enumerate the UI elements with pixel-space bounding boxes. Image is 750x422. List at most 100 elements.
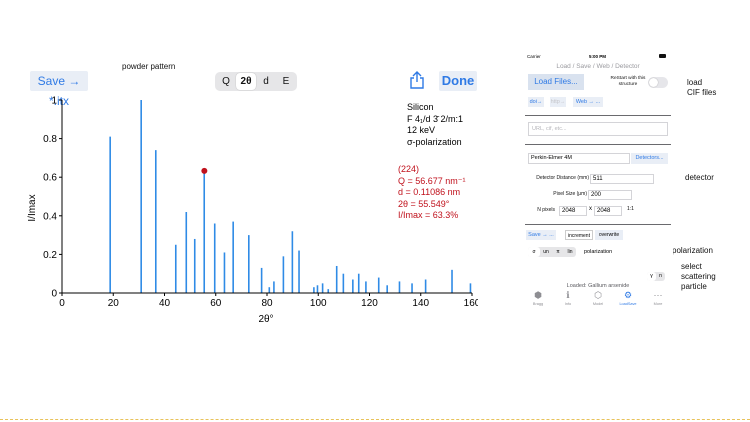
tab-more[interactable]: ⋯ More: [644, 290, 672, 314]
load-save-panel: Carrier 5:00 PM Load / Save / Web / Dete…: [523, 50, 673, 318]
hexagon-icon: ⬢: [534, 290, 542, 300]
tab-label: More: [653, 302, 663, 306]
y-tick-label: 0.4: [43, 211, 57, 222]
mode-d[interactable]: d: [256, 73, 276, 90]
tab-info[interactable]: ℹ Info: [554, 290, 582, 314]
y-tick-label: 0: [51, 289, 57, 300]
x-axis-label: 2θ°: [258, 314, 273, 325]
clock: 5:00 PM: [589, 54, 607, 59]
mode-e[interactable]: E: [276, 73, 296, 90]
polarization-label: polarization: [584, 249, 613, 255]
x-tick-label: 40: [159, 298, 171, 309]
divider: [525, 144, 671, 145]
particle-segmented-control[interactable]: γ n: [647, 272, 665, 281]
n-pixels-x-field[interactable]: 2048: [559, 206, 587, 216]
overwrite-button[interactable]: overwrite: [595, 230, 623, 240]
loaded-status: Loaded: Gallium arsenide: [566, 283, 630, 289]
info-icon: ℹ: [566, 290, 570, 300]
divider: [525, 224, 671, 225]
increment-button[interactable]: increment: [565, 230, 593, 240]
pol-pi[interactable]: π: [552, 247, 564, 257]
x-tick-label: 100: [310, 298, 327, 309]
tab-bar: ⬢ Bragg ℹ Info ⬡ Model ⚙ LoadSave ⋯ More: [523, 290, 673, 314]
tab-label: Bragg: [532, 302, 544, 306]
restart-toggle[interactable]: [648, 77, 668, 88]
share-icon[interactable]: [408, 70, 426, 90]
n-pixels-label: N pixels: [537, 207, 555, 213]
selected-peak-marker: [201, 167, 208, 174]
peak-2theta: 2θ = 55.549°: [398, 198, 450, 209]
x-tick-label: 160: [464, 298, 478, 309]
tab-model[interactable]: ⬡ Model: [584, 290, 612, 314]
gear-icon: ⚙: [623, 290, 633, 300]
pixel-size-label: Pixel Size (μm): [553, 191, 587, 197]
tab-loadsave[interactable]: ⚙ LoadSave: [614, 290, 642, 314]
caption-detector: detector: [685, 173, 714, 182]
http-link-button[interactable]: http→: [550, 97, 566, 107]
pol-sigma[interactable]: σ: [528, 247, 540, 257]
caption-load-line1: load: [687, 78, 703, 87]
restart-label: ReStart with this structure: [610, 76, 646, 87]
x-tick-label: 140: [412, 298, 429, 309]
x-tick-label: 80: [261, 298, 273, 309]
structure-info: Silicon F 4₁/d 3̄ 2/m:1 12 keV σ-polariz…: [407, 102, 463, 148]
battery-icon: [659, 54, 666, 58]
caption-select-line3: particle: [681, 282, 707, 291]
pixel-size-field[interactable]: 200: [588, 190, 632, 200]
info-space-group: F 4₁/d 3̄ 2/m:1: [407, 113, 464, 124]
y-tick-label: 1: [51, 96, 57, 107]
x-tick-label: 60: [210, 298, 222, 309]
mode-2theta[interactable]: 2θ: [236, 73, 256, 90]
peak-intensity: I/Imax = 63.3%: [398, 210, 459, 220]
caption-polarization: polarization: [672, 246, 713, 255]
more-icon: ⋯: [653, 290, 663, 300]
distance-label: Detector Distance (mm): [536, 175, 589, 181]
save-itx-button[interactable]: Save → *.itx: [30, 71, 88, 108]
caption-select-line2: scattering: [681, 272, 716, 281]
powder-pattern-panel: Save → *.itx Q 2θ d E Done 0 0.2 0.4 0.6 0.8…: [26, 66, 478, 328]
save-button[interactable]: Save → ...: [526, 230, 556, 240]
tab-label: Info: [564, 302, 572, 306]
panel-title: Load / Save / Web / Detector: [556, 63, 640, 70]
carrier-label: Carrier: [527, 54, 541, 59]
distance-field[interactable]: 511: [590, 174, 654, 184]
y-axis-label: I/Imax: [27, 194, 38, 221]
n-pixels-separator: x: [589, 206, 592, 212]
pol-linear[interactable]: lin: [564, 247, 576, 257]
caption-select-line1: select: [681, 262, 702, 271]
aspect-ratio-label: 1:1: [627, 206, 634, 212]
caption-load-line2: CIF files: [687, 88, 717, 97]
web-link-button[interactable]: Web → ...: [573, 97, 603, 107]
particle-gamma[interactable]: γ: [647, 272, 656, 281]
particle-neutron[interactable]: n: [656, 272, 665, 281]
caption-select-particle: select scattering particle: [681, 262, 716, 292]
status-bar: Carrier 5:00 PM: [523, 53, 673, 61]
y-tick-label: 0.8: [43, 134, 57, 145]
peak-q: Q = 56.677 nm⁻¹: [398, 175, 466, 186]
y-tick-label: 0.6: [43, 173, 57, 184]
mode-q[interactable]: Q: [216, 73, 236, 90]
detector-name-field[interactable]: Perkin-Elmer 4M: [528, 153, 630, 164]
tab-bragg[interactable]: ⬢ Bragg: [524, 290, 552, 314]
frame-border: [0, 419, 750, 420]
url-input[interactable]: URL, cif, etc...: [528, 122, 668, 136]
peak-hkl: (224): [398, 164, 420, 174]
x-tick-label: 0: [59, 298, 65, 309]
divider: [525, 115, 671, 116]
info-polarization: σ-polarization: [407, 136, 462, 147]
n-pixels-y-field[interactable]: 2048: [594, 206, 622, 216]
x-tick-label: 20: [108, 298, 120, 309]
axis-mode-segmented-control[interactable]: Q 2θ d E: [215, 72, 297, 91]
cube-icon: ⬡: [594, 290, 602, 300]
peak-d: d = 0.11086 nm: [398, 187, 461, 197]
caption-load-cif: load CIF files: [687, 78, 716, 98]
info-energy: 12 keV: [407, 125, 436, 135]
info-material: Silicon: [407, 102, 434, 112]
detectors-button[interactable]: Detectors...: [631, 153, 668, 164]
selected-peak-info: (224) Q = 56.677 nm⁻¹ d = 0.11086 nm 2θ …: [398, 164, 466, 222]
load-files-button[interactable]: Load Files...: [528, 74, 584, 90]
polarization-segmented-control[interactable]: σ un π lin: [528, 247, 576, 257]
doi-link-button[interactable]: doi→: [528, 97, 544, 107]
pol-unpolarized[interactable]: un: [540, 247, 552, 257]
done-button[interactable]: Done: [439, 71, 477, 91]
